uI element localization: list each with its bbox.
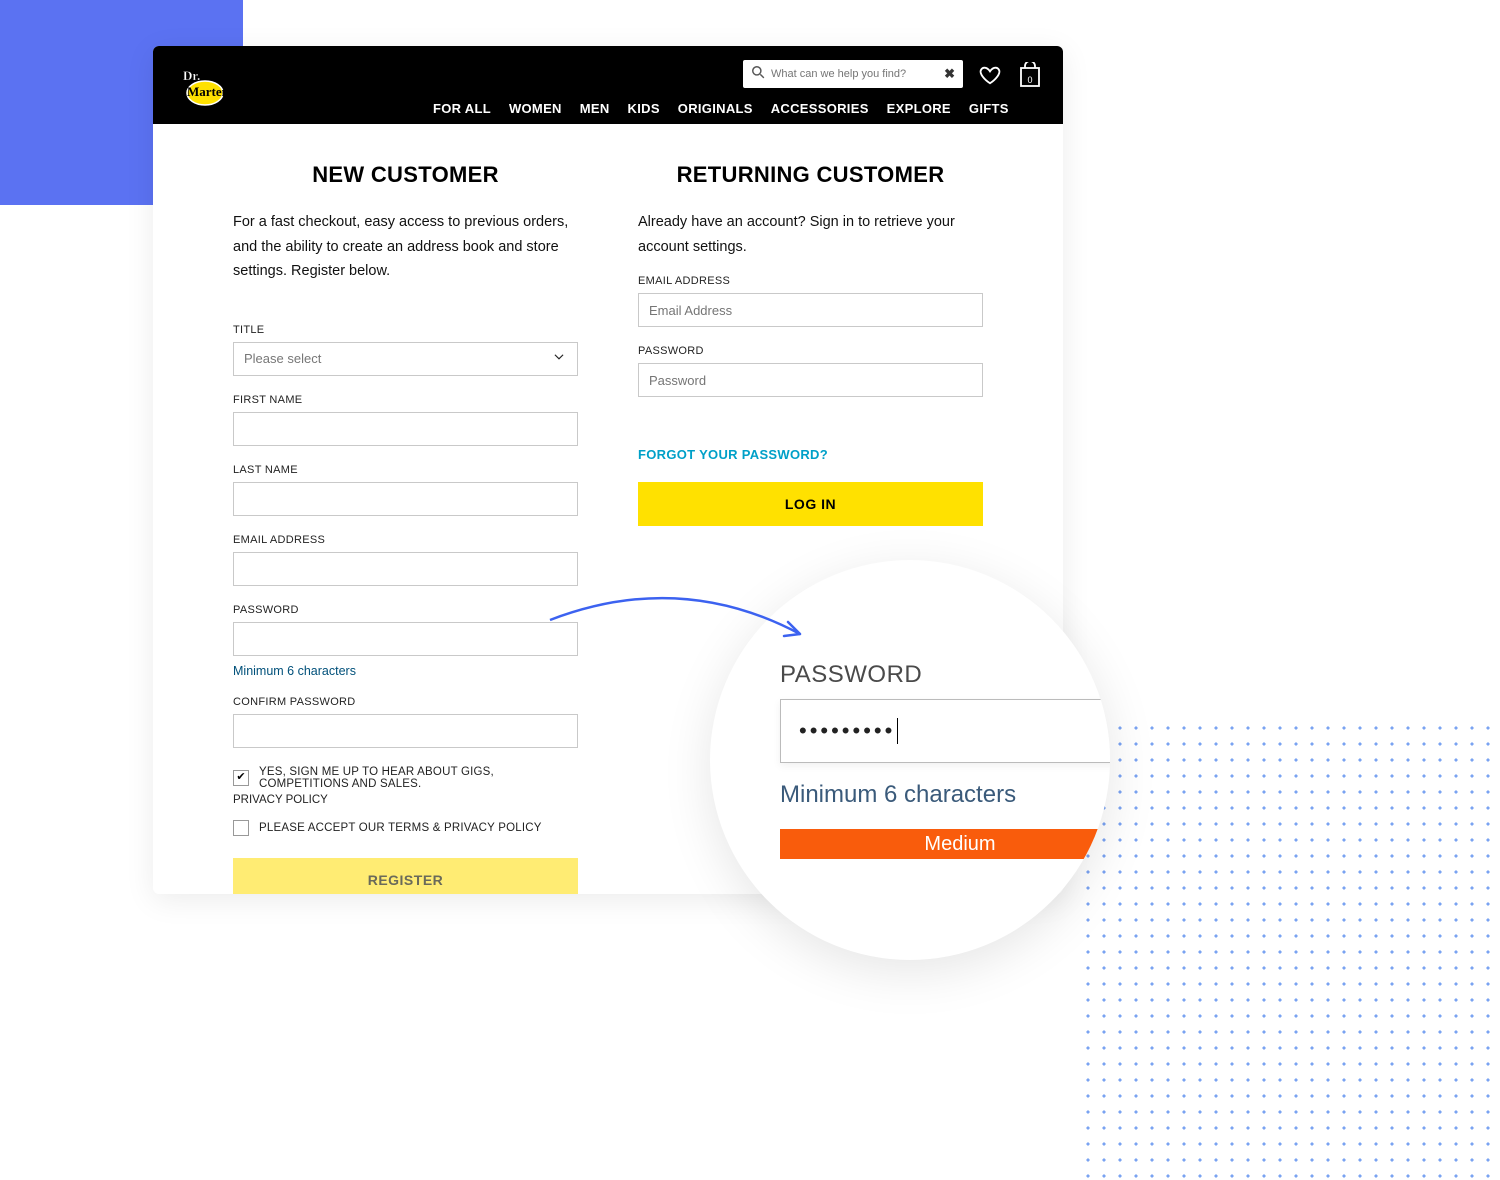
search-box[interactable]: ✖: [743, 60, 963, 88]
nav-men[interactable]: MEN: [580, 101, 610, 116]
zoom-password-dots: •••••••••: [799, 718, 895, 744]
password-strength-meter: Medium: [780, 829, 1110, 859]
wishlist-icon[interactable]: [979, 64, 1001, 91]
svg-text:Martens: Martens: [187, 84, 234, 99]
confirm-password-input[interactable]: [233, 714, 578, 748]
terms-checkbox[interactable]: [233, 820, 249, 836]
new-customer-title: NEW CUSTOMER: [233, 162, 578, 188]
svg-text:Dr.: Dr.: [183, 68, 200, 83]
title-select[interactable]: Please select: [233, 342, 578, 376]
clear-search-icon[interactable]: ✖: [944, 66, 955, 82]
bag-count: 0: [1027, 75, 1033, 85]
terms-checkbox-label: PLEASE ACCEPT OUR TERMS & PRIVACY POLICY: [259, 822, 542, 834]
marketing-checkbox[interactable]: [233, 770, 249, 786]
returning-customer-title: RETURNING CUSTOMER: [638, 162, 983, 188]
nav-originals[interactable]: ORIGINALS: [678, 101, 753, 116]
forgot-password-link[interactable]: FORGOT YOUR PASSWORD?: [638, 447, 983, 462]
nav-women[interactable]: WOMEN: [509, 101, 562, 116]
marketing-checkbox-label: YES, SIGN ME UP TO HEAR ABOUT GIGS, COMP…: [259, 766, 578, 790]
privacy-policy-link[interactable]: PRIVACY POLICY: [233, 794, 578, 806]
title-label: TITLE: [233, 324, 578, 336]
brand-logo[interactable]: Dr. Martens: [177, 63, 259, 107]
login-password-input[interactable]: [638, 363, 983, 397]
nav-accessories[interactable]: ACCESSORIES: [771, 101, 869, 116]
login-password-label: PASSWORD: [638, 345, 983, 357]
zoom-annotation: PASSWORD ••••••••• Minimum 6 characters …: [710, 560, 1110, 960]
site-header: Dr. Martens FOR ALL WOMEN MEN KIDS ORIGI…: [153, 46, 1063, 124]
register-button[interactable]: REGISTER: [233, 858, 578, 894]
login-button[interactable]: LOG IN: [638, 482, 983, 526]
nav-kids[interactable]: KIDS: [628, 101, 660, 116]
email-input[interactable]: [233, 552, 578, 586]
shopping-bag-icon[interactable]: 0: [1019, 62, 1041, 93]
email-label: EMAIL ADDRESS: [233, 534, 578, 546]
password-label: PASSWORD: [233, 604, 578, 616]
last-name-input[interactable]: [233, 482, 578, 516]
new-customer-intro: For a fast checkout, easy access to prev…: [233, 210, 578, 284]
first-name-label: FIRST NAME: [233, 394, 578, 406]
password-input[interactable]: [233, 622, 578, 656]
password-helper: Minimum 6 characters: [233, 664, 578, 678]
search-icon: [751, 65, 765, 84]
nav-gifts[interactable]: GIFTS: [969, 101, 1009, 116]
zoom-password-label: PASSWORD: [780, 661, 1110, 689]
last-name-label: LAST NAME: [233, 464, 578, 476]
zoom-password-helper: Minimum 6 characters: [780, 781, 1110, 809]
login-email-input[interactable]: [638, 293, 983, 327]
search-input[interactable]: [765, 68, 944, 80]
new-customer-column: NEW CUSTOMER For a fast checkout, easy a…: [233, 162, 578, 894]
login-email-label: EMAIL ADDRESS: [638, 275, 983, 287]
confirm-password-label: CONFIRM PASSWORD: [233, 696, 578, 708]
nav-for-all[interactable]: FOR ALL: [433, 101, 491, 116]
zoom-password-input: •••••••••: [780, 699, 1110, 763]
nav-explore[interactable]: EXPLORE: [887, 101, 951, 116]
decorative-dotted-pattern: [1080, 720, 1500, 1180]
main-nav: FOR ALL WOMEN MEN KIDS ORIGINALS ACCESSO…: [433, 101, 1009, 116]
returning-customer-intro: Already have an account? Sign in to retr…: [638, 210, 983, 259]
first-name-input[interactable]: [233, 412, 578, 446]
text-caret: [897, 718, 898, 744]
